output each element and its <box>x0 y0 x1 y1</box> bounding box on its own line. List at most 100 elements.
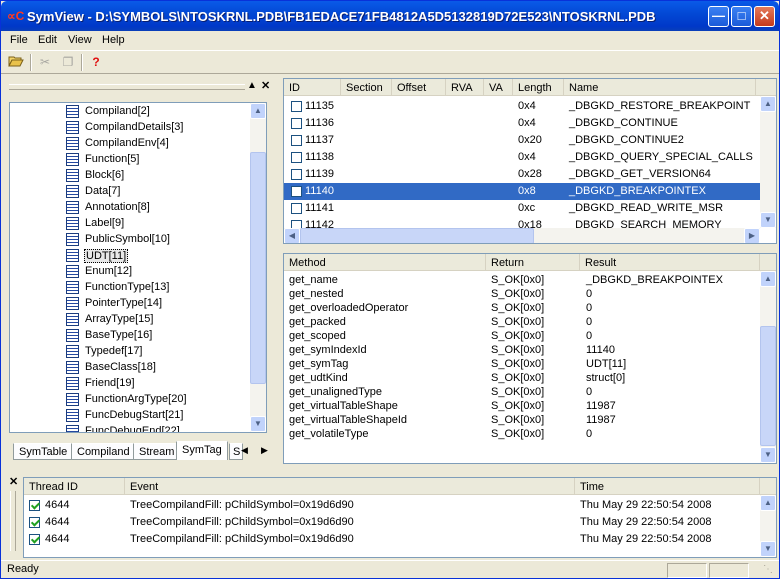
scroll-down-button[interactable]: ▼ <box>760 212 776 228</box>
col-thread-id[interactable]: Thread ID <box>24 478 125 495</box>
menu-file[interactable]: File <box>10 34 28 46</box>
copy-button[interactable]: ❐ <box>59 54 77 70</box>
tree-item[interactable]: Block[6] <box>10 168 250 184</box>
menu-edit[interactable]: Edit <box>38 34 57 46</box>
col-length[interactable]: Length <box>513 79 564 96</box>
scroll-thumb[interactable] <box>760 326 776 446</box>
tree-item[interactable]: BaseType[16] <box>10 328 250 344</box>
symbol-horizontal-scrollbar[interactable]: ◀ ▶ <box>284 228 760 243</box>
resize-grip-icon[interactable]: ⋱ <box>763 564 773 575</box>
log-checkbox[interactable] <box>29 517 40 528</box>
table-row[interactable]: 11139 0x28 _DBGKD_GET_VERSION64 <box>284 166 760 183</box>
col-id[interactable]: ID <box>284 79 341 96</box>
scroll-down-button[interactable]: ▼ <box>250 416 266 432</box>
tab-compiland[interactable]: Compiland <box>71 443 136 460</box>
table-row[interactable]: get_packed S_OK[0x0] 0 <box>284 315 760 329</box>
tree-item[interactable]: CompilandEnv[4] <box>10 136 250 152</box>
minimize-button[interactable]: — <box>708 6 729 27</box>
col-result[interactable]: Result <box>580 254 760 271</box>
log-pane-close-icon[interactable]: ✕ <box>9 475 18 488</box>
col-time[interactable]: Time <box>575 478 760 495</box>
row-checkbox[interactable] <box>291 118 302 129</box>
table-row[interactable]: get_overloadedOperator S_OK[0x0] 0 <box>284 301 760 315</box>
scroll-up-button[interactable]: ▲ <box>250 103 266 119</box>
table-row[interactable]: 11141 0xc _DBGKD_READ_WRITE_MSR <box>284 200 760 217</box>
tab-scroll-left-icon[interactable]: ◀ <box>241 445 248 456</box>
table-row[interactable]: 11136 0x4 _DBGKD_CONTINUE <box>284 115 760 132</box>
tree-item[interactable]: FunctionType[13] <box>10 280 250 296</box>
tree-item[interactable]: Function[5] <box>10 152 250 168</box>
open-button[interactable] <box>7 54 25 70</box>
col-method[interactable]: Method <box>284 254 486 271</box>
table-row[interactable]: 11140 0x8 _DBGKD_BREAKPOINTEX <box>284 183 760 200</box>
table-row[interactable]: 11135 0x4 _DBGKD_RESTORE_BREAKPOINT <box>284 98 760 115</box>
pin-icon[interactable]: ▲ <box>247 80 257 91</box>
log-checkbox[interactable] <box>29 534 40 545</box>
tree-item[interactable]: FuncDebugStart[21] <box>10 408 250 424</box>
scroll-thumb[interactable] <box>250 152 266 384</box>
row-checkbox[interactable] <box>291 135 302 146</box>
table-row[interactable]: get_udtKind S_OK[0x0] struct[0] <box>284 371 760 385</box>
tree-item[interactable]: CompilandDetails[3] <box>10 120 250 136</box>
row-checkbox[interactable] <box>291 152 302 163</box>
scroll-up-button[interactable]: ▲ <box>760 271 776 287</box>
table-row[interactable]: get_symTag S_OK[0x0] UDT[11] <box>284 357 760 371</box>
tree-item[interactable]: ArrayType[15] <box>10 312 250 328</box>
maximize-button[interactable]: □ <box>731 6 752 27</box>
left-pane-close-icon[interactable]: ✕ <box>261 79 270 92</box>
table-row[interactable]: get_virtualTableShape S_OK[0x0] 11987 <box>284 399 760 413</box>
tree-item[interactable]: FuncDebugEnd[22] <box>10 424 250 432</box>
tab-stream[interactable]: Stream <box>133 443 181 460</box>
col-return[interactable]: Return <box>486 254 580 271</box>
col-rva[interactable]: RVA <box>446 79 484 96</box>
scroll-right-button[interactable]: ▶ <box>744 228 760 243</box>
symtag-tree[interactable]: Compiland[2] CompilandDetails[3] Compiland… <box>9 102 267 433</box>
table-row[interactable]: get_virtualTableShapeId S_OK[0x0] 11987 <box>284 413 760 427</box>
tree-item[interactable]: FunctionArgType[20] <box>10 392 250 408</box>
table-row[interactable]: 11137 0x20 _DBGKD_CONTINUE2 <box>284 132 760 149</box>
tree-item[interactable]: Enum[12] <box>10 264 250 280</box>
title-bar[interactable]: ∝C SymView - D:\SYMBOLS\NTOSKRNL.PDB\FB1… <box>1 1 779 31</box>
tab-scroll-right-icon[interactable]: ▶ <box>261 445 268 456</box>
log-checkbox[interactable] <box>29 500 40 511</box>
table-row[interactable]: get_unalignedType S_OK[0x0] 0 <box>284 385 760 399</box>
log-vertical-scrollbar[interactable]: ▲ ▼ <box>760 495 776 557</box>
scroll-down-button[interactable]: ▼ <box>760 447 776 463</box>
tree-item[interactable]: PointerType[14] <box>10 296 250 312</box>
col-va[interactable]: VA <box>484 79 513 96</box>
scroll-down-button[interactable]: ▼ <box>760 541 776 557</box>
tree-vertical-scrollbar[interactable]: ▲ ▼ <box>250 103 266 432</box>
table-row[interactable]: get_nested S_OK[0x0] 0 <box>284 287 760 301</box>
col-name[interactable]: Name <box>564 79 756 96</box>
log-row[interactable]: 4644 TreeCompilandFill: pChildSymbol=0x19… <box>24 531 760 548</box>
menu-view[interactable]: View <box>68 34 92 46</box>
scroll-left-button[interactable]: ◀ <box>284 228 300 243</box>
scroll-up-button[interactable]: ▲ <box>760 96 776 112</box>
tab-symtag[interactable]: SymTag <box>176 441 228 460</box>
tree-item[interactable]: Typedef[17] <box>10 344 250 360</box>
row-checkbox[interactable] <box>291 169 302 180</box>
symbol-vertical-scrollbar[interactable]: ▲ ▼ <box>760 96 776 228</box>
tree-item[interactable]: PublicSymbol[10] <box>10 232 250 248</box>
cut-button[interactable]: ✂ <box>36 54 54 70</box>
tree-item[interactable]: BaseClass[18] <box>10 360 250 376</box>
left-pane-gripper[interactable] <box>9 84 245 90</box>
tree-item[interactable]: Annotation[8] <box>10 200 250 216</box>
scroll-up-button[interactable]: ▲ <box>760 495 776 511</box>
table-row[interactable]: 11138 0x4 _DBGKD_QUERY_SPECIAL_CALLS <box>284 149 760 166</box>
help-button[interactable]: ? <box>87 54 105 70</box>
tree-item[interactable]: UDT[11] <box>10 248 250 264</box>
table-row[interactable]: get_symIndexId S_OK[0x0] 11140 <box>284 343 760 357</box>
table-row[interactable]: get_scoped S_OK[0x0] 0 <box>284 329 760 343</box>
col-event[interactable]: Event <box>125 478 575 495</box>
log-pane-gripper[interactable] <box>10 491 16 551</box>
tree-item[interactable]: Data[7] <box>10 184 250 200</box>
table-row[interactable]: get_name S_OK[0x0] _DBGKD_BREAKPOINTEX <box>284 273 760 287</box>
scroll-thumb[interactable] <box>300 228 534 243</box>
tree-item[interactable]: Friend[19] <box>10 376 250 392</box>
tree-item[interactable]: Label[9] <box>10 216 250 232</box>
tree-item[interactable]: Compiland[2] <box>10 104 250 120</box>
menu-help[interactable]: Help <box>102 34 125 46</box>
table-row[interactable]: get_volatileType S_OK[0x0] 0 <box>284 427 760 441</box>
row-checkbox[interactable] <box>291 186 302 197</box>
